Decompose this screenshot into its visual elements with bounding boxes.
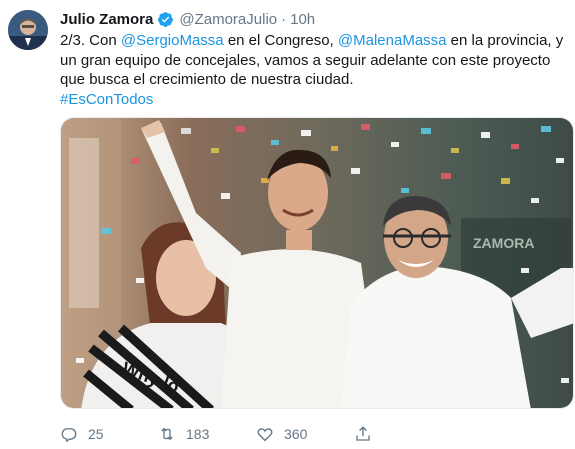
share-icon [356, 426, 370, 441]
mention-sergiomassa[interactable]: @SergioMassa [121, 32, 224, 49]
retweet-icon [161, 427, 173, 441]
tweet-photo[interactable]: ZAMORA Why lo [60, 117, 574, 409]
separator-dot: · [281, 10, 287, 28]
like-count: 360 [284, 426, 308, 442]
retweet-button[interactable]: 183 [158, 425, 256, 443]
verified-icon [158, 11, 174, 27]
reply-button[interactable]: 25 [60, 425, 158, 443]
avatar-image [8, 10, 48, 50]
reply-count: 25 [88, 426, 104, 442]
hashtag-esconTodos[interactable]: #EsConTodos [60, 91, 153, 108]
like-icon [257, 428, 273, 442]
reply-icon [61, 428, 77, 443]
avatar[interactable] [8, 10, 48, 50]
photo-image: ZAMORA Why lo [61, 118, 573, 408]
timestamp[interactable]: 10h [290, 11, 315, 28]
author-name[interactable]: Julio Zamora [60, 11, 153, 28]
share-button[interactable] [354, 425, 382, 443]
tweet-text-part: en el Congreso, [223, 32, 338, 49]
tweet-header: Julio Zamora @ZamoraJulio · 10h [60, 9, 567, 29]
tweet-text: 2/3. Con @SergioMassa en el Congreso, @M… [60, 31, 570, 109]
banner-text: ZAMORA [473, 235, 534, 251]
tweet-actions: 25 183 360 [60, 422, 390, 446]
like-button[interactable]: 360 [256, 425, 354, 443]
author-handle[interactable]: @ZamoraJulio [179, 11, 277, 28]
tweet-text-part: 2/3. Con [60, 32, 121, 49]
retweet-count: 183 [186, 426, 210, 442]
mention-malenamassa[interactable]: @MalenaMassa [338, 32, 447, 49]
